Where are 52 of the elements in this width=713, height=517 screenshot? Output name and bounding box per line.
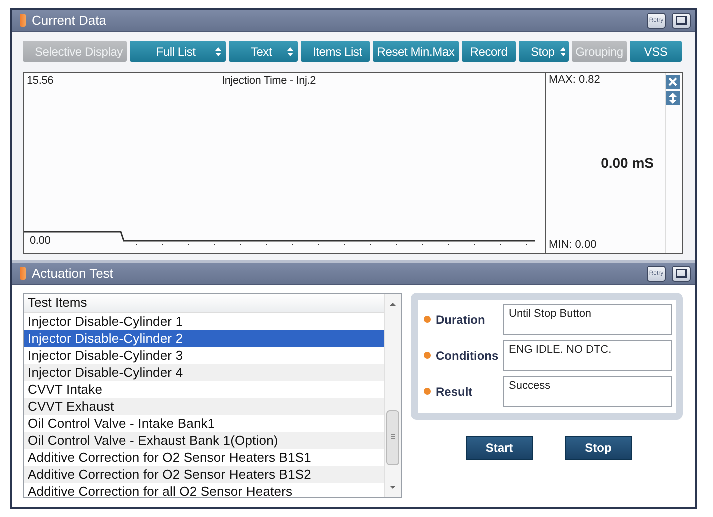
expand-button[interactable] xyxy=(666,91,680,105)
panel-title: Current Data xyxy=(32,13,108,28)
graph-title: Injection Time - Inj.2 xyxy=(222,75,316,87)
close-icon xyxy=(668,77,678,87)
maximize-button[interactable] xyxy=(672,12,691,28)
toolbar-button[interactable]: Full List xyxy=(130,41,226,62)
detail-value: ENG IDLE. NO DTC. xyxy=(503,340,672,371)
flag-icon xyxy=(20,267,26,280)
action-button[interactable]: Stop xyxy=(565,436,632,460)
close-button[interactable] xyxy=(666,75,680,89)
maximize-button[interactable] xyxy=(672,266,691,282)
y-max-label: 15.56 xyxy=(27,75,54,87)
bullet-icon xyxy=(424,388,431,395)
caret-icon xyxy=(215,46,222,56)
min-value: MIN: 0.00 xyxy=(549,239,598,251)
detail-label: Result xyxy=(436,384,474,398)
action-button[interactable]: Start xyxy=(466,436,533,460)
scrollbar[interactable] xyxy=(384,294,401,497)
detail-label: Duration xyxy=(436,312,486,326)
test-item[interactable]: Injector Disable-Cylinder 4 xyxy=(24,364,384,381)
maximize-icon xyxy=(676,269,687,278)
column-header: Test Items xyxy=(24,294,384,313)
test-item[interactable]: Additive Correction for O2 Sensor Heaters B1S2 xyxy=(24,466,384,483)
test-item[interactable]: Injector Disable-Cylinder 2 xyxy=(24,330,384,347)
test-item[interactable]: CVVT Intake xyxy=(24,381,384,398)
toolbar-button[interactable]: Stop xyxy=(519,41,569,62)
test-item[interactable]: CVVT Exhaust xyxy=(24,398,384,415)
test-item[interactable]: Injector Disable-Cylinder 3 xyxy=(24,347,384,364)
toolbar-button[interactable]: Reset Min.Max xyxy=(373,41,459,62)
y-min-label: 0.00 xyxy=(30,235,51,247)
max-value: MAX: 0.82 xyxy=(549,74,602,86)
flag-icon xyxy=(20,14,26,27)
panel-title: Actuation Test xyxy=(32,266,114,281)
toolbar-button[interactable]: Items List xyxy=(301,41,370,62)
current-value: 0.00 mS xyxy=(601,154,654,170)
test-item[interactable]: Injector Disable-Cylinder 1 xyxy=(24,313,384,330)
bullet-icon xyxy=(424,352,431,359)
detail-value: Until Stop Button xyxy=(503,304,672,335)
maximize-icon xyxy=(676,16,687,25)
caret-icon xyxy=(287,46,294,56)
toolbar-button[interactable]: Text xyxy=(229,41,298,62)
expand-icon xyxy=(669,92,677,104)
test-item[interactable]: Oil Control Valve - Intake Bank1 xyxy=(24,415,384,432)
bullet-icon xyxy=(424,316,431,323)
test-item[interactable]: Additive Correction for O2 Sensor Heaters B1S1 xyxy=(24,449,384,466)
caret-icon xyxy=(560,46,565,56)
toolbar-button[interactable]: VSS xyxy=(630,41,682,62)
toolbar-button[interactable]: Record xyxy=(462,41,516,62)
test-item[interactable]: Additive Correction for all O2 Sensor Heaters xyxy=(24,483,384,497)
test-item[interactable]: Oil Control Valve - Exhaust Bank 1(Option) xyxy=(24,432,384,449)
detail-label: Conditions xyxy=(436,348,498,362)
detail-value: Success xyxy=(503,376,672,407)
